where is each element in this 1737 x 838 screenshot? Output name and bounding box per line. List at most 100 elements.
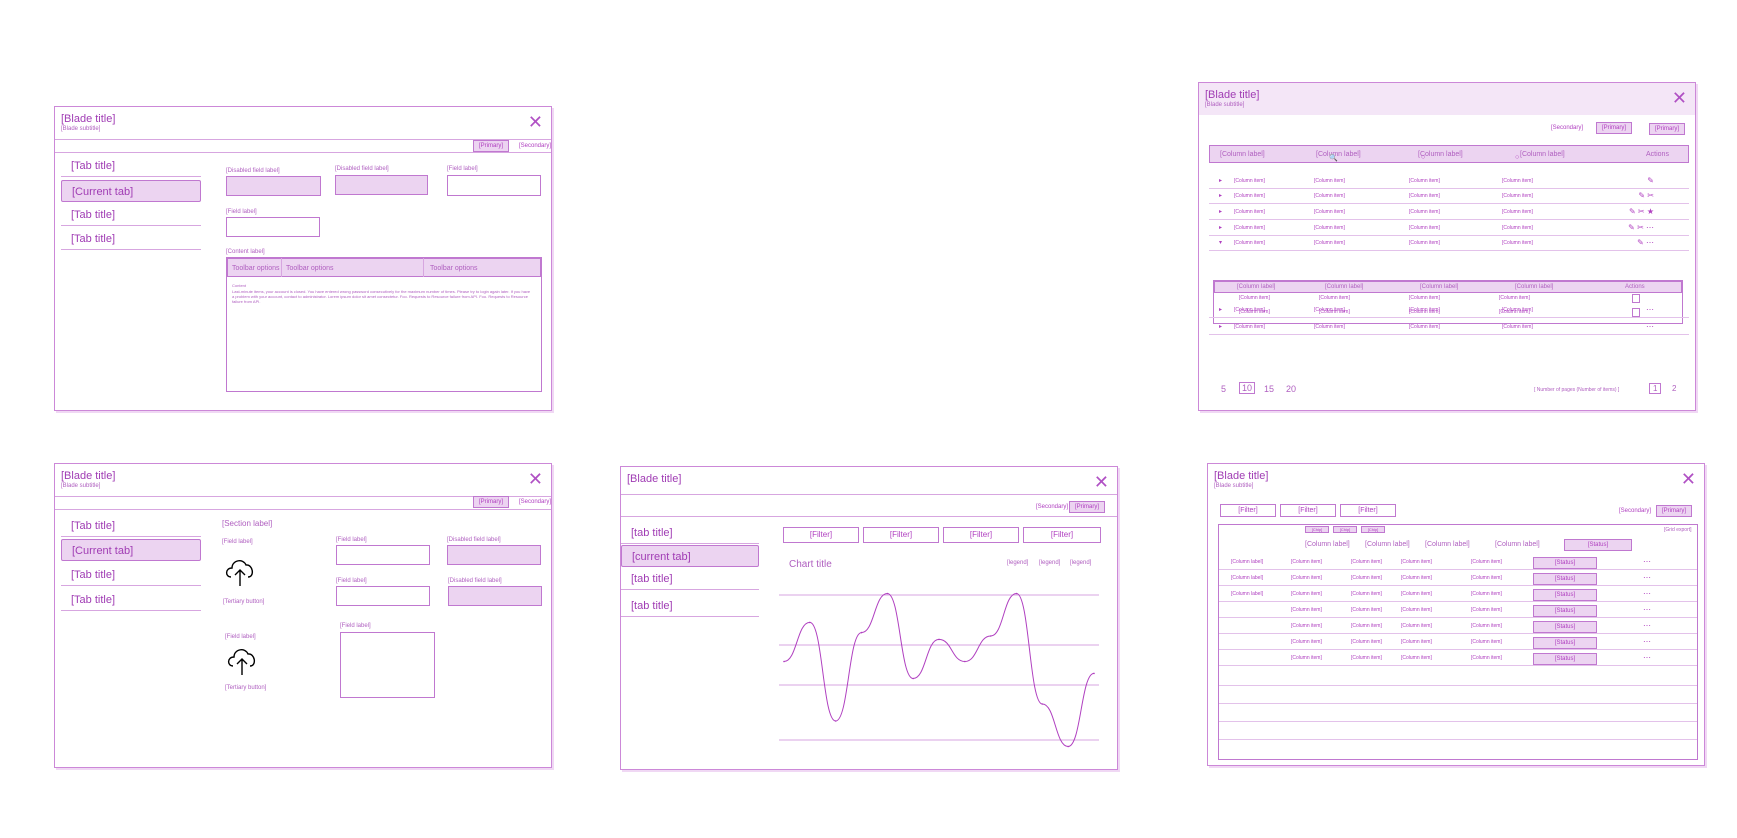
tertiary-button[interactable]: [Tertiary button]: [225, 685, 266, 691]
checkbox[interactable]: [1632, 294, 1640, 303]
column-header[interactable]: [Column label]: [1365, 541, 1410, 548]
primary-button[interactable]: [Primary]: [1596, 122, 1632, 134]
page-size-option-selected[interactable]: 10: [1239, 382, 1256, 394]
filter-search-icon[interactable]: ○: [1421, 154, 1425, 161]
column-header[interactable]: [Column label]: [1425, 541, 1470, 548]
tab-item[interactable]: [Tab title]: [61, 564, 201, 586]
more-icon[interactable]: ⋯: [1643, 573, 1651, 582]
secondary-button[interactable]: [Secondary]: [513, 140, 557, 152]
filter-button[interactable]: [Filter]: [863, 527, 939, 543]
filter-button[interactable]: [Filter]: [1280, 504, 1336, 517]
text-field[interactable]: [447, 175, 541, 196]
row-actions[interactable]: ⋯: [1594, 322, 1654, 331]
column-header[interactable]: [Column label]: [1420, 284, 1458, 290]
status-header[interactable]: [Status]: [1564, 539, 1632, 551]
tab-current[interactable]: [Current tab]: [61, 180, 201, 202]
column-header[interactable]: [Column label]: [1520, 151, 1565, 158]
secondary-button[interactable]: [Secondary]: [1030, 501, 1074, 513]
chip[interactable]: [Chip]: [1333, 526, 1357, 533]
column-header[interactable]: [Column label]: [1316, 151, 1361, 158]
filter-search-icon[interactable]: ○: [1515, 154, 1519, 161]
secondary-button[interactable]: [Secondary]: [1545, 122, 1589, 134]
page-size-option[interactable]: 15: [1264, 384, 1274, 394]
toolbar-option[interactable]: Toolbar options: [430, 265, 477, 272]
primary-button[interactable]: [Primary]: [473, 140, 509, 152]
table-cell: [Column item]: [1234, 324, 1265, 330]
expand-chevron-icon[interactable]: ▸: [1219, 208, 1222, 215]
text-field[interactable]: [336, 586, 430, 606]
more-icon[interactable]: ⋯: [1643, 605, 1651, 614]
primary-button[interactable]: [Primary]: [1656, 505, 1692, 517]
grid-export-link[interactable]: [Grid export]: [1664, 527, 1692, 533]
secondary-button[interactable]: [Secondary]: [513, 496, 557, 508]
text-field[interactable]: [226, 217, 320, 237]
column-header[interactable]: [Column label]: [1515, 284, 1553, 290]
tab-item[interactable]: [Tab title]: [61, 155, 201, 177]
more-icon[interactable]: ⋯: [1643, 637, 1651, 646]
close-icon[interactable]: ✕: [1672, 89, 1687, 107]
more-icon[interactable]: ⋯: [1643, 621, 1651, 630]
row-actions[interactable]: ✎: [1594, 176, 1654, 185]
toolbar-option[interactable]: Toolbar options: [232, 265, 279, 272]
legend-item[interactable]: [legend]: [1007, 560, 1028, 566]
tab-item[interactable]: [Tab title]: [61, 589, 201, 611]
tab-current[interactable]: [current tab]: [621, 545, 759, 567]
tab-item[interactable]: [Tab title]: [61, 515, 201, 537]
expand-chevron-icon[interactable]: ▸: [1219, 177, 1222, 184]
close-icon[interactable]: ✕: [1681, 470, 1696, 488]
tab-item[interactable]: [tab title]: [621, 568, 759, 590]
expand-chevron-icon[interactable]: ▾: [1219, 239, 1222, 246]
secondary-button[interactable]: [Secondary]: [1613, 505, 1657, 517]
page-size-option[interactable]: 5: [1221, 384, 1226, 394]
row-actions[interactable]: ✎ ⋯: [1594, 238, 1654, 247]
expand-chevron-icon[interactable]: ▸: [1219, 306, 1222, 313]
upload-cloud-icon[interactable]: [223, 555, 257, 587]
more-icon[interactable]: ⋯: [1643, 653, 1651, 662]
expand-chevron-icon[interactable]: ▸: [1219, 224, 1222, 231]
more-icon[interactable]: ⋯: [1643, 557, 1651, 566]
text-field[interactable]: [336, 545, 430, 565]
page-number-current[interactable]: 1: [1649, 383, 1662, 394]
close-icon[interactable]: ✕: [1094, 473, 1109, 491]
row-actions[interactable]: ⋯: [1594, 305, 1654, 314]
close-icon[interactable]: ✕: [528, 113, 543, 131]
expand-chevron-icon[interactable]: ▸: [1219, 323, 1222, 330]
primary-button[interactable]: [Primary]: [1649, 123, 1685, 135]
column-header[interactable]: [Column label]: [1325, 284, 1363, 290]
column-header[interactable]: [Column label]: [1237, 284, 1275, 290]
text-area[interactable]: [340, 632, 435, 698]
filter-button[interactable]: [Filter]: [943, 527, 1019, 543]
close-icon[interactable]: ✕: [528, 470, 543, 488]
filter-button[interactable]: [Filter]: [1023, 527, 1101, 543]
column-header[interactable]: [Column label]: [1220, 151, 1265, 158]
toolbar-option[interactable]: Toolbar options: [286, 265, 333, 272]
tab-current[interactable]: [Current tab]: [61, 539, 201, 561]
filter-search-icon[interactable]: 🔍: [1329, 154, 1338, 162]
page-size-option[interactable]: 20: [1286, 384, 1296, 394]
legend-item[interactable]: [legend]: [1039, 560, 1060, 566]
tab-item[interactable]: [Tab title]: [61, 204, 201, 226]
chip[interactable]: [Chip]: [1361, 526, 1385, 533]
tab-item[interactable]: [tab title]: [621, 522, 759, 544]
legend-item[interactable]: [legend]: [1070, 560, 1091, 566]
row-actions[interactable]: ✎ ✂ ⋯: [1594, 223, 1654, 232]
primary-button[interactable]: [Primary]: [473, 496, 509, 508]
filter-button[interactable]: [Filter]: [1340, 504, 1396, 517]
upload-cloud-icon[interactable]: [225, 644, 259, 676]
row-actions[interactable]: ✎ ✂ ★: [1594, 207, 1654, 216]
row-actions[interactable]: ✎ ✂: [1594, 191, 1654, 200]
expand-chevron-icon[interactable]: ▸: [1219, 192, 1222, 199]
filter-button[interactable]: [Filter]: [783, 527, 859, 543]
column-header[interactable]: [Column label]: [1495, 541, 1540, 548]
filter-button[interactable]: [Filter]: [1220, 504, 1276, 517]
page-number[interactable]: 2: [1672, 384, 1676, 393]
rich-text-editor[interactable]: Toolbar options Toolbar options Toolbar …: [226, 257, 542, 392]
tab-item[interactable]: [Tab title]: [61, 228, 201, 250]
chip[interactable]: [Chip]: [1305, 526, 1329, 533]
checkbox[interactable]: [1632, 308, 1640, 317]
primary-button[interactable]: [Primary]: [1069, 501, 1105, 513]
tab-item[interactable]: [tab title]: [621, 595, 759, 617]
tertiary-button[interactable]: [Tertiary button]: [223, 599, 264, 605]
column-header[interactable]: [Column label]: [1305, 541, 1350, 548]
more-icon[interactable]: ⋯: [1643, 589, 1651, 598]
